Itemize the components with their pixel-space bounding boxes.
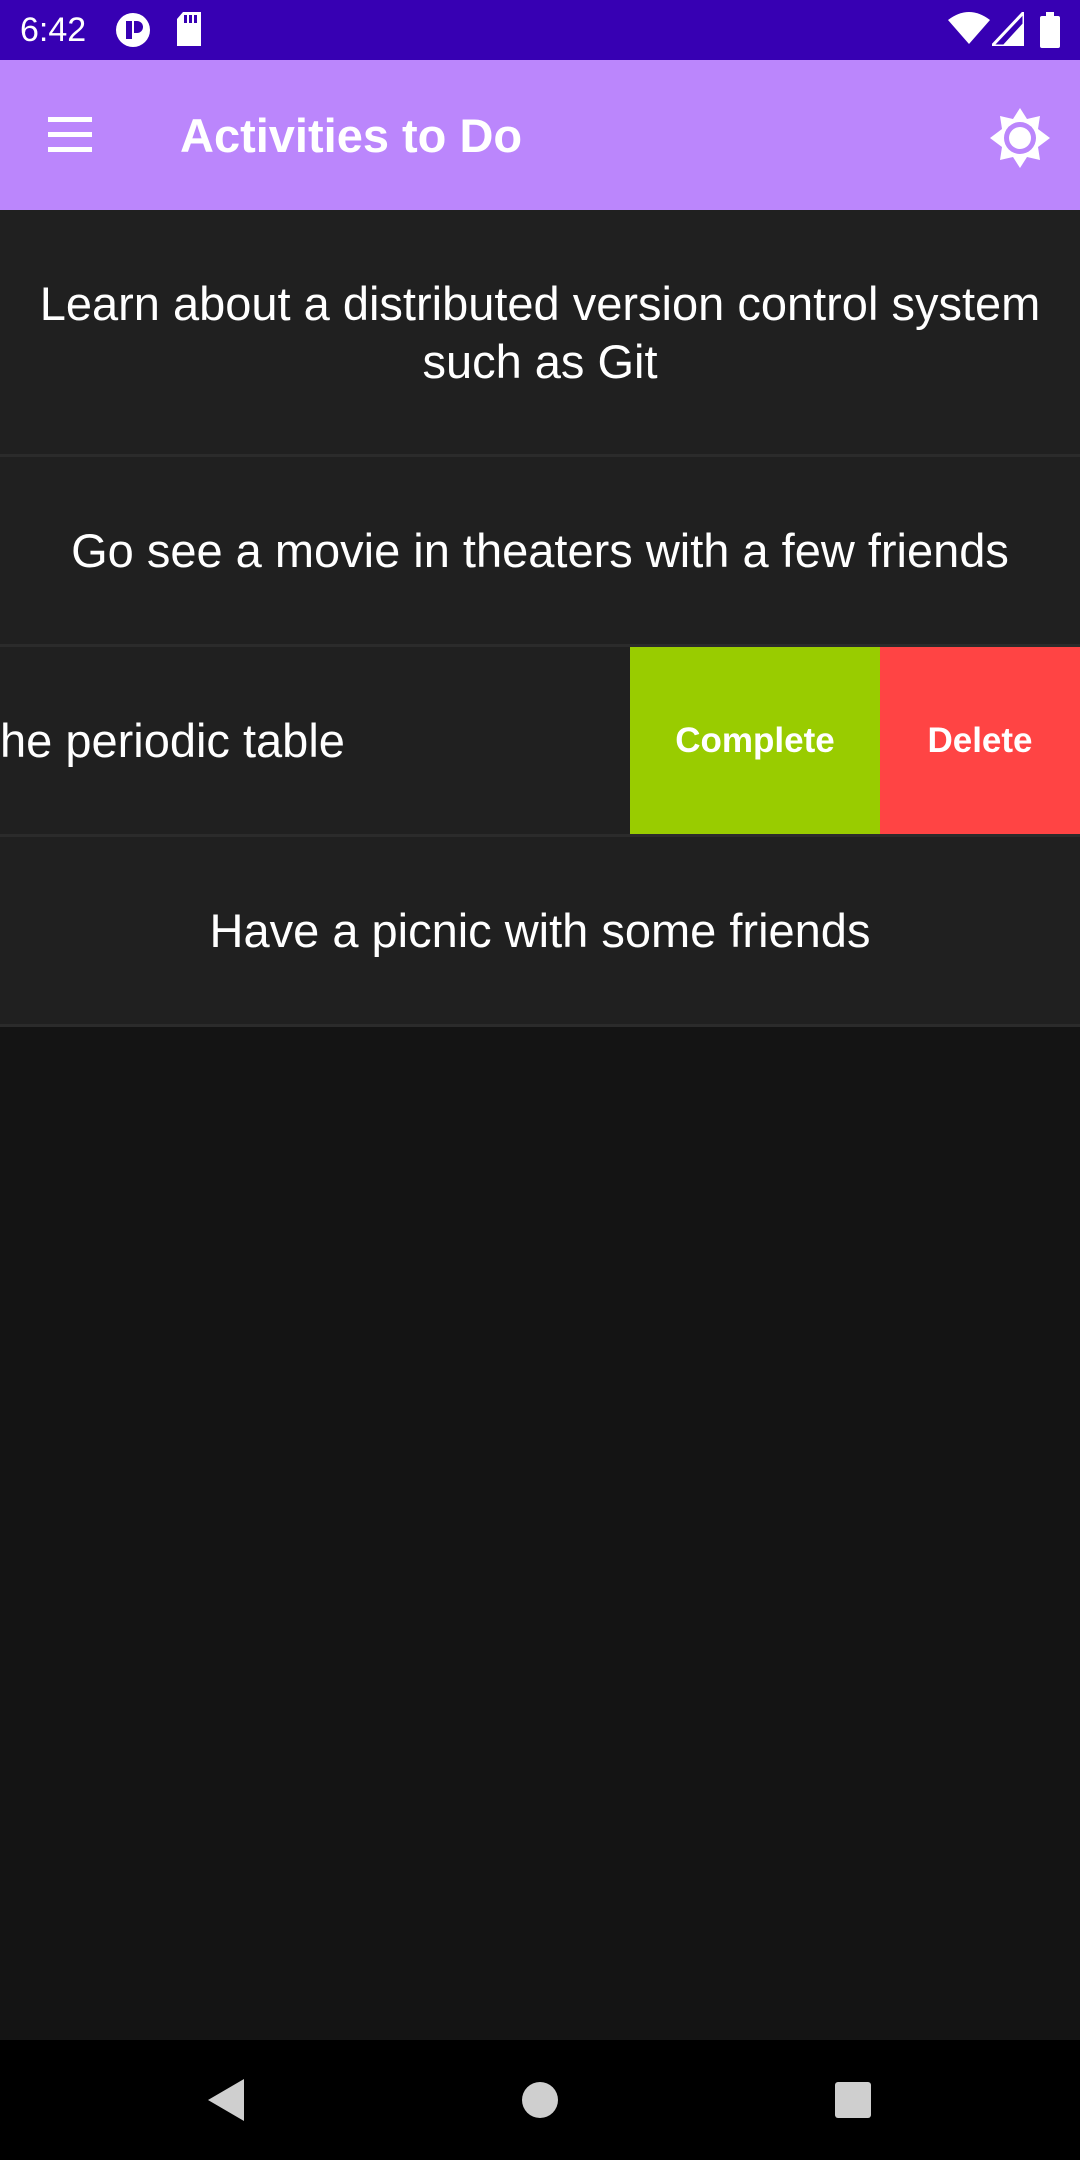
- status-time: 6:42: [20, 11, 87, 49]
- list-item-text: Go see a movie in theaters with a few fr…: [71, 523, 1009, 577]
- hamburger-menu-icon[interactable]: [28, 100, 112, 170]
- list-item[interactable]: Learn about a distributed version contro…: [0, 210, 1080, 457]
- signal-icon: [988, 8, 1026, 51]
- recents-icon[interactable]: [818, 2065, 888, 2135]
- delete-button[interactable]: Delete: [880, 647, 1080, 834]
- battery-icon: [1040, 12, 1060, 53]
- sd-card-icon: [175, 12, 203, 51]
- list-item[interactable]: Go see a movie in theaters with a few fr…: [0, 457, 1080, 647]
- brightness-icon[interactable]: [980, 98, 1060, 178]
- app-notification-icon: [115, 12, 151, 53]
- app-bar: Activities to Do: [0, 60, 1080, 210]
- list-item-text: Have a picnic with some friends: [209, 903, 871, 957]
- screen: 6:42 Activities to Do Learn about a dist…: [0, 0, 1080, 2160]
- page-title: Activities to Do: [180, 109, 523, 162]
- back-icon[interactable]: [190, 2065, 260, 2135]
- complete-button[interactable]: Complete: [630, 647, 880, 834]
- list-item-text: Learn about a distributed version contro…: [39, 277, 1041, 388]
- list-item[interactable]: Have a picnic with some friends: [0, 837, 1080, 1027]
- list-item-swiped[interactable]: he periodic table Complete Delete: [0, 647, 1080, 837]
- navigation-bar: [0, 2040, 1080, 2160]
- status-bar: 6:42: [0, 0, 1080, 60]
- list-item-text: he periodic table: [0, 713, 345, 767]
- home-icon[interactable]: [505, 2065, 575, 2135]
- wifi-icon: [948, 12, 990, 51]
